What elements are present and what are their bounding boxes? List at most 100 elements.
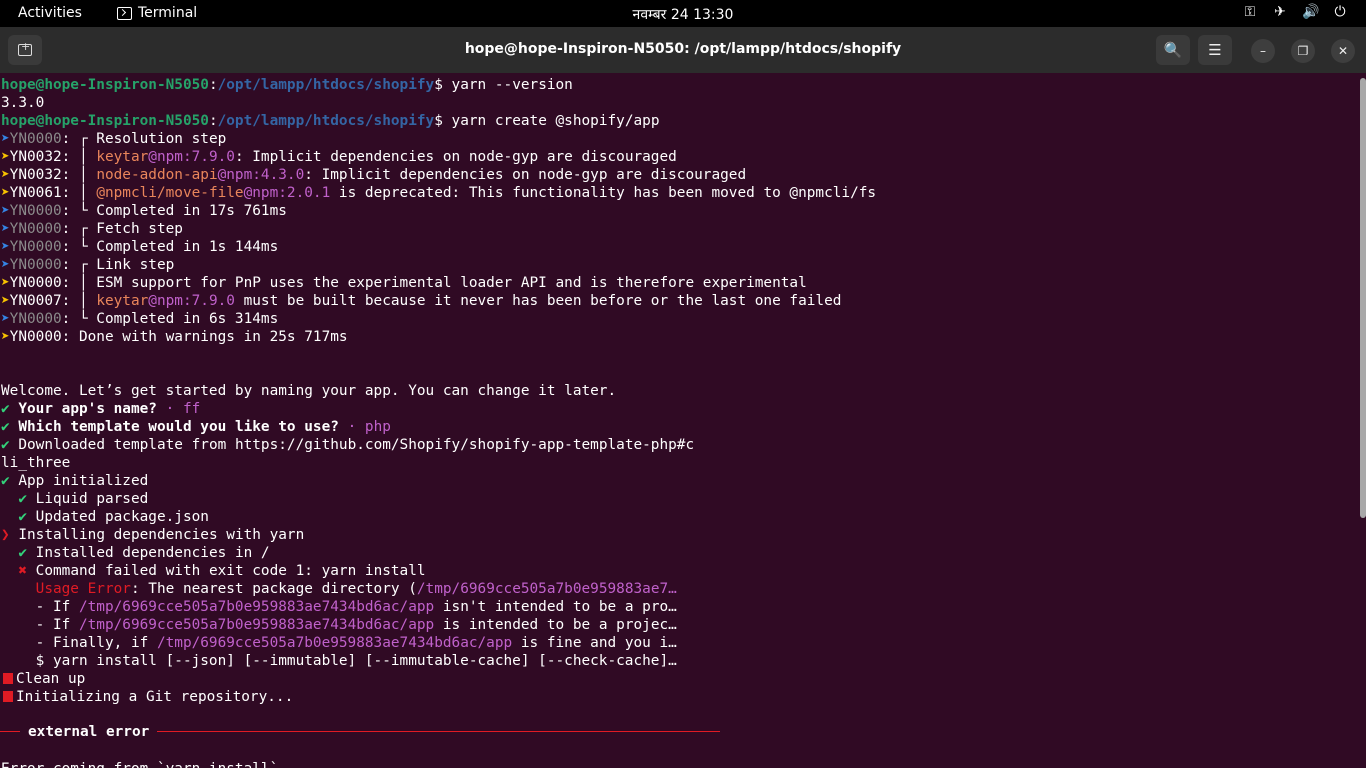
package-version: @npm:2.0.1 bbox=[243, 185, 331, 201]
yarn-log-line: ➤YN0000: ┌ Link step bbox=[1, 257, 175, 273]
error-label: Usage Error bbox=[35, 581, 131, 597]
clock[interactable]: नवम्बर 24 13:30 bbox=[0, 5, 1366, 24]
info-arrow-icon: ➤ bbox=[1, 131, 10, 147]
check-icon: ✔ bbox=[1, 473, 10, 489]
yarn-message: ┌ Fetch step bbox=[78, 221, 183, 237]
yarn-log-line: ➤YN0000: │ ESM support for PnP uses the … bbox=[1, 275, 807, 291]
package-name: keytar bbox=[96, 293, 149, 309]
terminal-line: ✔ App initialized bbox=[1, 472, 876, 490]
info-arrow-icon: ➤ bbox=[1, 257, 10, 273]
terminal-scrollbar[interactable] bbox=[1360, 78, 1366, 518]
terminal-line: ✔ Installed dependencies in / bbox=[1, 544, 876, 562]
info-arrow-icon: ➤ bbox=[1, 311, 10, 327]
terminal-line: Welcome. Let’s get started by naming you… bbox=[1, 383, 617, 399]
yarn-message: Done with warnings in 25s 717ms bbox=[78, 329, 348, 345]
command: yarn --version bbox=[442, 77, 573, 93]
terminal-line: hope@hope-Inspiron-N5050:/opt/lampp/htdo… bbox=[1, 113, 660, 129]
yarn-log-line: ➤YN0061: │ @npmcli/move-file@npm:2.0.1 i… bbox=[1, 185, 877, 201]
status-text: Installing dependencies with yarn bbox=[18, 527, 305, 543]
yarn-log-line: ➤YN0000: └ Completed in 6s 314ms bbox=[1, 311, 279, 327]
search-button[interactable]: 🔍 bbox=[1156, 35, 1190, 65]
terminal-output[interactable]: hope@hope-Inspiron-N5050:/opt/lampp/htdo… bbox=[0, 73, 1360, 768]
info-arrow-icon: ➤ bbox=[1, 203, 10, 219]
yarn-code: YN0007 bbox=[9, 293, 62, 309]
warning-arrow-icon: ➤ bbox=[1, 185, 10, 201]
terminal-line: ✔ Your app's name? · ff bbox=[1, 401, 201, 417]
warning-arrow-icon: ➤ bbox=[1, 167, 10, 183]
yarn-message: └ Completed in 6s 314ms bbox=[78, 311, 279, 327]
yarn-code: YN0061 bbox=[9, 185, 62, 201]
prompt-path: /opt/lampp/htdocs/shopify bbox=[217, 77, 435, 93]
status-text: Initializing a Git repository... bbox=[16, 689, 294, 705]
volume-icon[interactable]: 🔊 bbox=[1302, 4, 1319, 20]
yarn-log-line: ➤YN0007: │ keytar@npm:7.9.0 must be buil… bbox=[1, 293, 842, 309]
terminal-line: Initializing a Git repository... bbox=[1, 688, 876, 706]
chevron-right-icon: ❯ bbox=[1, 527, 10, 543]
terminal-line: hope@hope-Inspiron-N5050:/opt/lampp/htdo… bbox=[1, 77, 573, 93]
power-icon[interactable]: ⏻ bbox=[1332, 4, 1348, 20]
yarn-message: must be built because it never has been … bbox=[234, 293, 842, 309]
yarn-message: └ Completed in 1s 144ms bbox=[78, 239, 279, 255]
maximize-button[interactable]: ❐ bbox=[1291, 39, 1315, 63]
network-icon[interactable]: ⚿ bbox=[1242, 4, 1258, 20]
check-icon: ✔ bbox=[18, 545, 27, 561]
minimize-button[interactable]: – bbox=[1251, 39, 1275, 63]
warning-arrow-icon: ➤ bbox=[1, 329, 10, 345]
warning-arrow-icon: ➤ bbox=[1, 275, 10, 291]
warning-arrow-icon: ➤ bbox=[1, 149, 10, 165]
yarn-log: ➤YN0000: ┌ Resolution step ➤YN0032: │ key… bbox=[1, 130, 876, 346]
prompt-answer: php bbox=[364, 419, 391, 435]
status-text: Clean up bbox=[16, 671, 86, 687]
status-text: Updated package.json bbox=[35, 509, 209, 525]
terminal-line: ❯ Installing dependencies with yarn bbox=[1, 526, 876, 544]
package-version: @npm:4.3.0 bbox=[217, 167, 305, 183]
terminal-line: ✔ Updated package.json bbox=[1, 508, 876, 526]
terminal-line: - Finally, if /tmp/6969cce505a7b0e959883… bbox=[35, 635, 677, 651]
status-text: Downloaded template from https://github.… bbox=[18, 437, 695, 453]
yarn-code: YN0000 bbox=[9, 221, 62, 237]
search-icon: 🔍 bbox=[1163, 41, 1183, 59]
prompt-question: Your app's name? bbox=[18, 401, 157, 417]
yarn-code: YN0000 bbox=[9, 329, 62, 345]
stop-square-icon bbox=[3, 691, 13, 702]
terminal-line: $ yarn install [--json] [--immutable] [-… bbox=[1, 652, 876, 670]
command: yarn create @shopify/app bbox=[442, 113, 660, 129]
info-arrow-icon: ➤ bbox=[1, 221, 10, 237]
yarn-log-line: ➤YN0000: ┌ Fetch step bbox=[1, 221, 183, 237]
hamburger-menu-button[interactable]: ☰ bbox=[1198, 35, 1232, 65]
airplane-mode-icon[interactable]: ✈ bbox=[1272, 4, 1288, 20]
terminal-line: Clean up bbox=[1, 670, 876, 688]
yarn-message: is deprecated: This functionality has be… bbox=[330, 185, 877, 201]
yarn-message: └ Completed in 17s 761ms bbox=[78, 203, 287, 219]
system-tray[interactable]: ⚿ ✈ 🔊 ⏻ bbox=[1242, 4, 1348, 20]
yarn-code: YN0032 bbox=[9, 149, 62, 165]
external-error-heading: external error bbox=[20, 723, 158, 741]
yarn-message: : Implicit dependencies on node-gyp are … bbox=[304, 167, 747, 183]
yarn-log-line: ➤YN0000: └ Completed in 17s 761ms bbox=[1, 203, 287, 219]
check-icon: ✔ bbox=[18, 509, 27, 525]
yarn-code: YN0000 bbox=[9, 257, 62, 273]
terminal-line: Usage Error: The nearest package directo… bbox=[1, 580, 876, 598]
package-name: node-addon-api bbox=[96, 167, 218, 183]
terminal-line: ✔ Liquid parsed bbox=[1, 490, 876, 508]
yarn-log-line: ➤YN0000: Done with warnings in 25s 717ms bbox=[1, 329, 348, 345]
yarn-message: ┌ Resolution step bbox=[78, 131, 227, 147]
maximize-icon: ❐ bbox=[1297, 44, 1309, 58]
package-version: @npm:7.9.0 bbox=[148, 293, 235, 309]
check-icon: ✔ bbox=[1, 401, 10, 417]
status-text: Command failed with exit code 1: yarn in… bbox=[35, 563, 426, 579]
prompt-path: /opt/lampp/htdocs/shopify bbox=[217, 113, 435, 129]
yarn-code: YN0000 bbox=[9, 311, 62, 327]
status-text: Installed dependencies in / bbox=[35, 545, 270, 561]
close-button[interactable]: ✕ bbox=[1331, 39, 1355, 63]
prompt-user: hope@hope-Inspiron-N5050 bbox=[1, 113, 209, 129]
terminal-line: ✔ Which template would you like to use? … bbox=[1, 419, 391, 435]
info-arrow-icon: ➤ bbox=[1, 239, 10, 255]
error-text: : The nearest package directory ( bbox=[130, 581, 417, 597]
warning-arrow-icon: ➤ bbox=[1, 293, 10, 309]
yarn-message: │ ESM support for PnP uses the experimen… bbox=[78, 275, 807, 291]
error-path: /tmp/6969cce505a7b0e959883ae7434bd6ac/ap… bbox=[156, 635, 513, 651]
